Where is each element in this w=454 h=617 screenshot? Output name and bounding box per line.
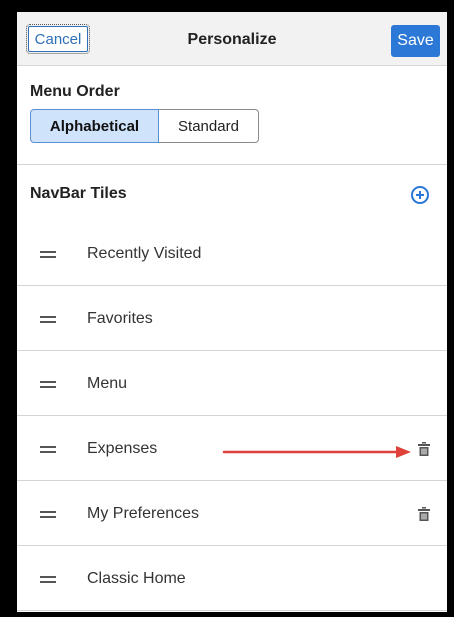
- drag-handle-icon[interactable]: [40, 316, 56, 323]
- save-button[interactable]: Save: [391, 25, 440, 57]
- drag-handle-icon[interactable]: [40, 446, 56, 453]
- tile-label: My Preferences: [87, 505, 200, 522]
- header-bar: Cancel Personalize Save: [17, 12, 447, 66]
- alphabetical-option[interactable]: Alphabetical: [30, 109, 159, 143]
- tile-row: Menu: [17, 351, 447, 416]
- trash-icon[interactable]: [418, 507, 430, 521]
- drag-handle-icon[interactable]: [40, 251, 56, 258]
- drag-handle-icon[interactable]: [40, 511, 56, 518]
- menu-order-toggle: Alphabetical Standard: [30, 109, 259, 143]
- tile-row: Recently Visited: [17, 221, 447, 286]
- drag-handle-icon[interactable]: [40, 576, 56, 583]
- tile-label: Menu: [87, 375, 128, 392]
- navbar-tiles-label: NavBar Tiles: [30, 185, 127, 202]
- section-divider: [17, 164, 447, 165]
- tile-label: Favorites: [87, 310, 153, 327]
- add-tile-icon[interactable]: [411, 186, 429, 204]
- page-title: Personalize: [187, 31, 277, 48]
- personalize-panel: Cancel Personalize Save Menu Order Alpha…: [17, 12, 447, 612]
- drag-handle-icon[interactable]: [40, 381, 56, 388]
- tile-label: Expenses: [87, 440, 158, 457]
- tile-row: My Preferences: [17, 481, 447, 546]
- tile-label: Recently Visited: [87, 245, 202, 262]
- tile-label: Classic Home: [87, 570, 186, 587]
- tile-row: Classic Home: [17, 546, 447, 611]
- standard-option[interactable]: Standard: [159, 109, 259, 143]
- red-arrow-annotation: [222, 446, 411, 458]
- tile-row: Favorites: [17, 286, 447, 351]
- screenshot-frame: Cancel Personalize Save Menu Order Alpha…: [0, 0, 454, 617]
- trash-icon[interactable]: [418, 442, 430, 456]
- menu-order-label: Menu Order: [30, 83, 120, 100]
